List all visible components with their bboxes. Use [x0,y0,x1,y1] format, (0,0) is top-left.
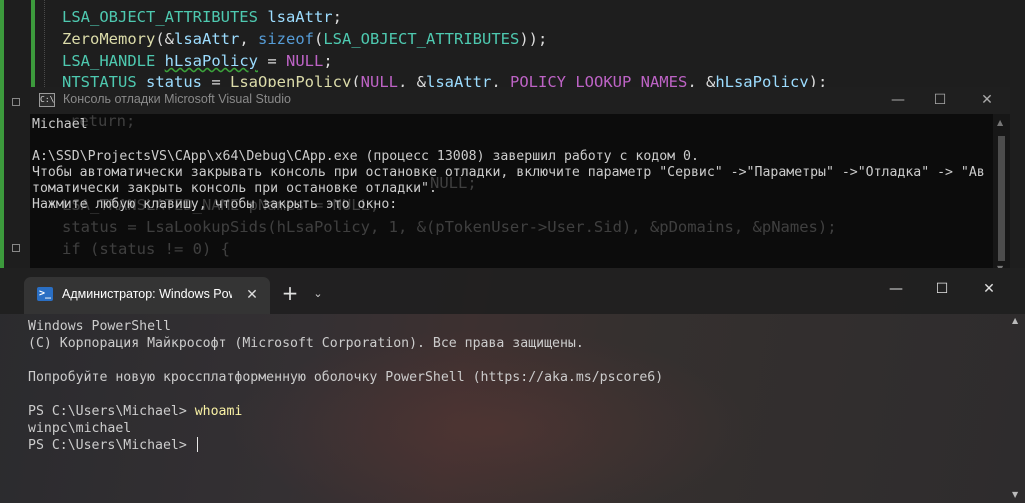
terminal-scrollbar[interactable]: ▲ ▼ [1007,314,1025,503]
scroll-up-icon[interactable]: ▲ [997,118,1003,127]
fold-toggle-icon[interactable] [12,98,20,106]
code-token: ZeroMemory [62,30,156,48]
console-line: Чтобы автоматически закрывать консоль пр… [32,165,985,180]
code-token: LSA_OBJECT_ATTRIBUTES [323,30,520,48]
terminal-line: Windows PowerShell [28,319,171,334]
code-line: ZeroMemory(&lsaAttr, sizeof(LSA_OBJECT_A… [62,28,547,50]
tab-powershell[interactable]: >_ Администратор: Windows PowerShell ✕ [24,277,270,314]
close-button[interactable]: ✕ [966,272,1012,306]
vs-console-title: Консоль отладки Microsoft Visual Studio [63,92,291,106]
fold-toggle-icon[interactable] [12,244,20,252]
code-token: = [258,52,286,70]
tab-title: Администратор: Windows PowerShell [62,287,232,301]
terminal-tab-bar[interactable]: >_ Администратор: Windows PowerShell ✕ +… [0,268,1025,314]
console-line: Michael [32,117,88,132]
code-token: LSA_OBJECT_ATTRIBUTES [62,8,258,26]
code-token: ; [332,8,342,26]
windows-terminal-window[interactable]: >_ Администратор: Windows PowerShell ✕ +… [0,268,1025,503]
prompt: PS C:\Users\Michael> [28,438,195,453]
terminal-output[interactable]: Windows PowerShell (C) Корпорация Майкро… [0,314,1000,503]
code-token: ( [314,30,324,48]
maximize-button[interactable]: ☐ [917,87,963,114]
code-token: NULL [286,52,324,70]
vs-console-output[interactable]: return; NULL; LSA_TRANSLATED_NAME pNames… [30,112,990,269]
powershell-icon: >_ [37,287,53,301]
console-line: томатически закрыть консоль при остановк… [32,181,437,196]
ghost-code-line: if (status != 0) { [62,240,230,258]
chevron-down-icon[interactable]: ⌄ [308,280,328,308]
terminal-command-line: PS C:\Users\Michael> whoami [28,403,242,420]
vs-console-scrollbar[interactable]: ▲ ▼ [993,114,1010,273]
scroll-up-icon[interactable]: ▲ [1012,316,1018,325]
console-app-icon: C:\ [39,93,55,107]
new-tab-button[interactable]: + [276,280,304,308]
code-token: ; [323,52,333,70]
code-token: sizeof [258,30,314,48]
scroll-down-icon[interactable]: ▼ [1012,490,1018,499]
console-line: A:\SSD\ProjectsVS\CApp\x64\Debug\CApp.ex… [32,149,699,164]
terminal-line: (C) Корпорация Майкрософт (Microsoft Cor… [28,336,584,351]
code-token: )); [519,30,548,48]
code-token: , [239,30,258,48]
terminal-line: winpc\michael [28,421,132,436]
vs-console-titlebar[interactable]: C:\ Консоль отладки Microsoft Visual Stu… [30,87,1010,114]
code-token: lsaAttr [267,8,333,26]
close-button[interactable]: ✕ [964,87,1010,114]
minimize-button[interactable]: — [873,272,919,306]
code-token: (& [155,30,174,48]
code-token: lsaAttr [174,30,240,48]
terminal-input-line[interactable]: PS C:\Users\Michael> [28,437,198,454]
code-line: LSA_OBJECT_ATTRIBUTES lsaAttr; [62,6,342,28]
vs-debug-console-window[interactable]: C:\ Консоль отладки Microsoft Visual Stu… [30,87,1010,273]
code-line: LSA_HANDLE hLsaPolicy = NULL; [62,50,333,72]
console-line: Нажмите любую клавишу, чтобы закрыть это… [32,197,398,212]
ghost-code-line: status = LsaLookupSids(hLsaPolicy, 1, &(… [62,218,837,236]
command-text: whoami [194,404,243,419]
text-cursor [196,437,198,452]
code-token: LSA_HANDLE [62,52,156,70]
maximize-button[interactable]: ☐ [919,272,965,306]
minimize-button[interactable]: — [875,87,921,114]
prompt: PS C:\Users\Michael> [28,404,195,419]
scrollbar-thumb[interactable] [998,136,1005,261]
terminal-line: Попробуйте новую кроссплатформенную обол… [28,370,664,385]
tab-close-icon[interactable]: ✕ [240,283,264,307]
code-token: hLsaPolicy [164,52,258,70]
